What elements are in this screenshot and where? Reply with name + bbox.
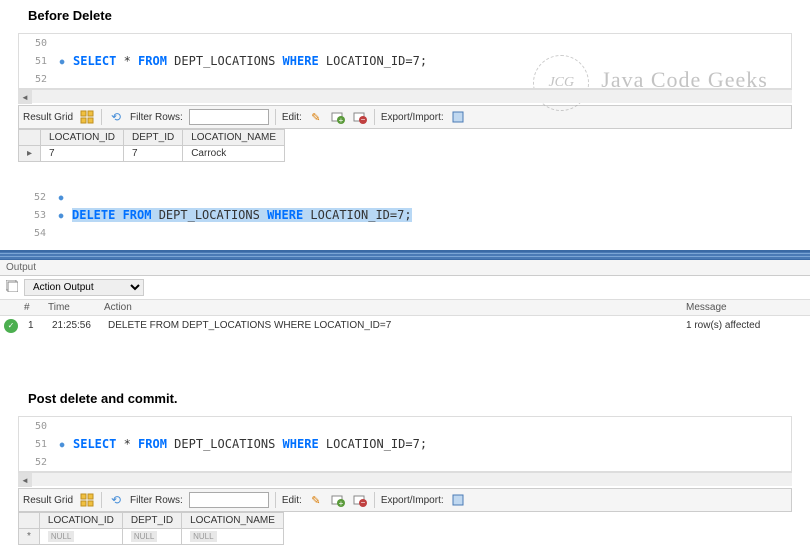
output-col-message[interactable]: Message (680, 300, 810, 315)
null-value: NULL (190, 531, 216, 542)
result-toolbar: Result Grid ⟲ Filter Rows: Edit: ✎ + − E… (18, 488, 792, 512)
section-title-post: Post delete and commit. (0, 383, 810, 414)
add-row-icon[interactable]: + (330, 109, 346, 125)
column-header[interactable]: LOCATION_ID (41, 130, 124, 146)
refresh-icon[interactable]: ⟲ (108, 492, 124, 508)
export-icon[interactable] (450, 492, 466, 508)
line-number: 52 (19, 74, 55, 85)
output-panel: Output Action Output # Time Action Messa… (0, 260, 810, 335)
output-col-num[interactable]: # (18, 300, 42, 315)
edit-label: Edit: (282, 495, 302, 506)
output-tab-label: Output (0, 260, 810, 276)
scroll-left-icon[interactable]: ◄ (18, 90, 32, 104)
sql-editor-1[interactable]: 50 51 ● SELECT * FROM DEPT_LOCATIONS WHE… (18, 33, 792, 89)
edit-label: Edit: (282, 112, 302, 123)
column-header[interactable]: DEPT_ID (123, 130, 182, 146)
status-success-icon: ✓ (4, 319, 18, 333)
filter-rows-input[interactable] (189, 109, 269, 125)
line-number: 53 (18, 210, 54, 221)
row-marker-icon: ▸ (19, 146, 41, 162)
export-import-label: Export/Import: (381, 112, 444, 123)
breakpoint-bullet[interactable]: ● (54, 211, 68, 220)
grid-view-icon[interactable] (79, 109, 95, 125)
line-number: 54 (18, 228, 54, 239)
grid-view-icon[interactable] (79, 492, 95, 508)
line-number: 51 (19, 56, 55, 67)
horizontal-scrollbar[interactable]: ◄ (18, 472, 792, 486)
export-import-label: Export/Import: (381, 495, 444, 506)
sql-statement[interactable]: DELETE FROM DEPT_LOCATIONS WHERE LOCATIO… (68, 208, 792, 222)
row-marker-icon: * (19, 529, 40, 545)
result-grid-label: Result Grid (23, 112, 73, 123)
line-number: 51 (19, 439, 55, 450)
svg-text:−: − (360, 498, 365, 507)
section-title-before: Before Delete (0, 0, 810, 31)
table-row[interactable]: ▸ 7 7 Carrock (19, 146, 285, 162)
output-col-time[interactable]: Time (42, 300, 98, 315)
edit-icon[interactable]: ✎ (308, 492, 324, 508)
filter-rows-label: Filter Rows: (130, 112, 183, 123)
output-row[interactable]: ✓ 1 21:25:56 DELETE FROM DEPT_LOCATIONS … (0, 316, 810, 335)
null-value: NULL (48, 531, 74, 542)
filter-rows-input[interactable] (189, 492, 269, 508)
refresh-icon[interactable]: ⟲ (108, 109, 124, 125)
edit-icon[interactable]: ✎ (308, 109, 324, 125)
column-header[interactable]: LOCATION_ID (39, 513, 122, 529)
add-row-icon[interactable]: + (330, 492, 346, 508)
svg-text:−: − (360, 115, 365, 124)
table-row[interactable]: * NULL NULL NULL (19, 529, 284, 545)
output-type-dropdown[interactable]: Action Output (24, 279, 144, 296)
result-table-1: LOCATION_ID DEPT_ID LOCATION_NAME ▸ 7 7 … (18, 129, 285, 162)
filter-rows-label: Filter Rows: (130, 495, 183, 506)
sql-editor-3[interactable]: 50 51 ● SELECT * FROM DEPT_LOCATIONS WHE… (18, 416, 792, 472)
horizontal-scrollbar[interactable]: ◄ (18, 89, 792, 103)
breakpoint-bullet[interactable]: ● (54, 193, 68, 202)
breakpoint-bullet[interactable]: ● (55, 440, 69, 449)
null-value: NULL (131, 531, 157, 542)
line-number: 50 (19, 421, 55, 432)
column-header[interactable]: LOCATION_NAME (183, 130, 285, 146)
line-number: 52 (19, 457, 55, 468)
panel-divider[interactable] (0, 250, 810, 260)
result-grid-label: Result Grid (23, 495, 73, 506)
svg-text:+: + (338, 499, 343, 507)
sql-statement[interactable]: SELECT * FROM DEPT_LOCATIONS WHERE LOCAT… (69, 54, 791, 68)
line-number: 52 (18, 192, 54, 203)
column-header[interactable]: DEPT_ID (122, 513, 181, 529)
breakpoint-bullet[interactable]: ● (55, 57, 69, 66)
svg-text:+: + (338, 116, 343, 124)
sql-editor-2[interactable]: 52 ● 53 ● DELETE FROM DEPT_LOCATIONS WHE… (18, 188, 792, 242)
export-icon[interactable] (450, 109, 466, 125)
output-window-icon[interactable] (6, 280, 18, 295)
delete-row-icon[interactable]: − (352, 109, 368, 125)
column-header[interactable]: LOCATION_NAME (182, 513, 284, 529)
line-number: 50 (19, 38, 55, 49)
result-table-2: LOCATION_ID DEPT_ID LOCATION_NAME * NULL… (18, 512, 284, 545)
sql-statement[interactable]: SELECT * FROM DEPT_LOCATIONS WHERE LOCAT… (69, 437, 791, 451)
output-col-action[interactable]: Action (98, 300, 680, 315)
scroll-left-icon[interactable]: ◄ (18, 473, 32, 487)
delete-row-icon[interactable]: − (352, 492, 368, 508)
